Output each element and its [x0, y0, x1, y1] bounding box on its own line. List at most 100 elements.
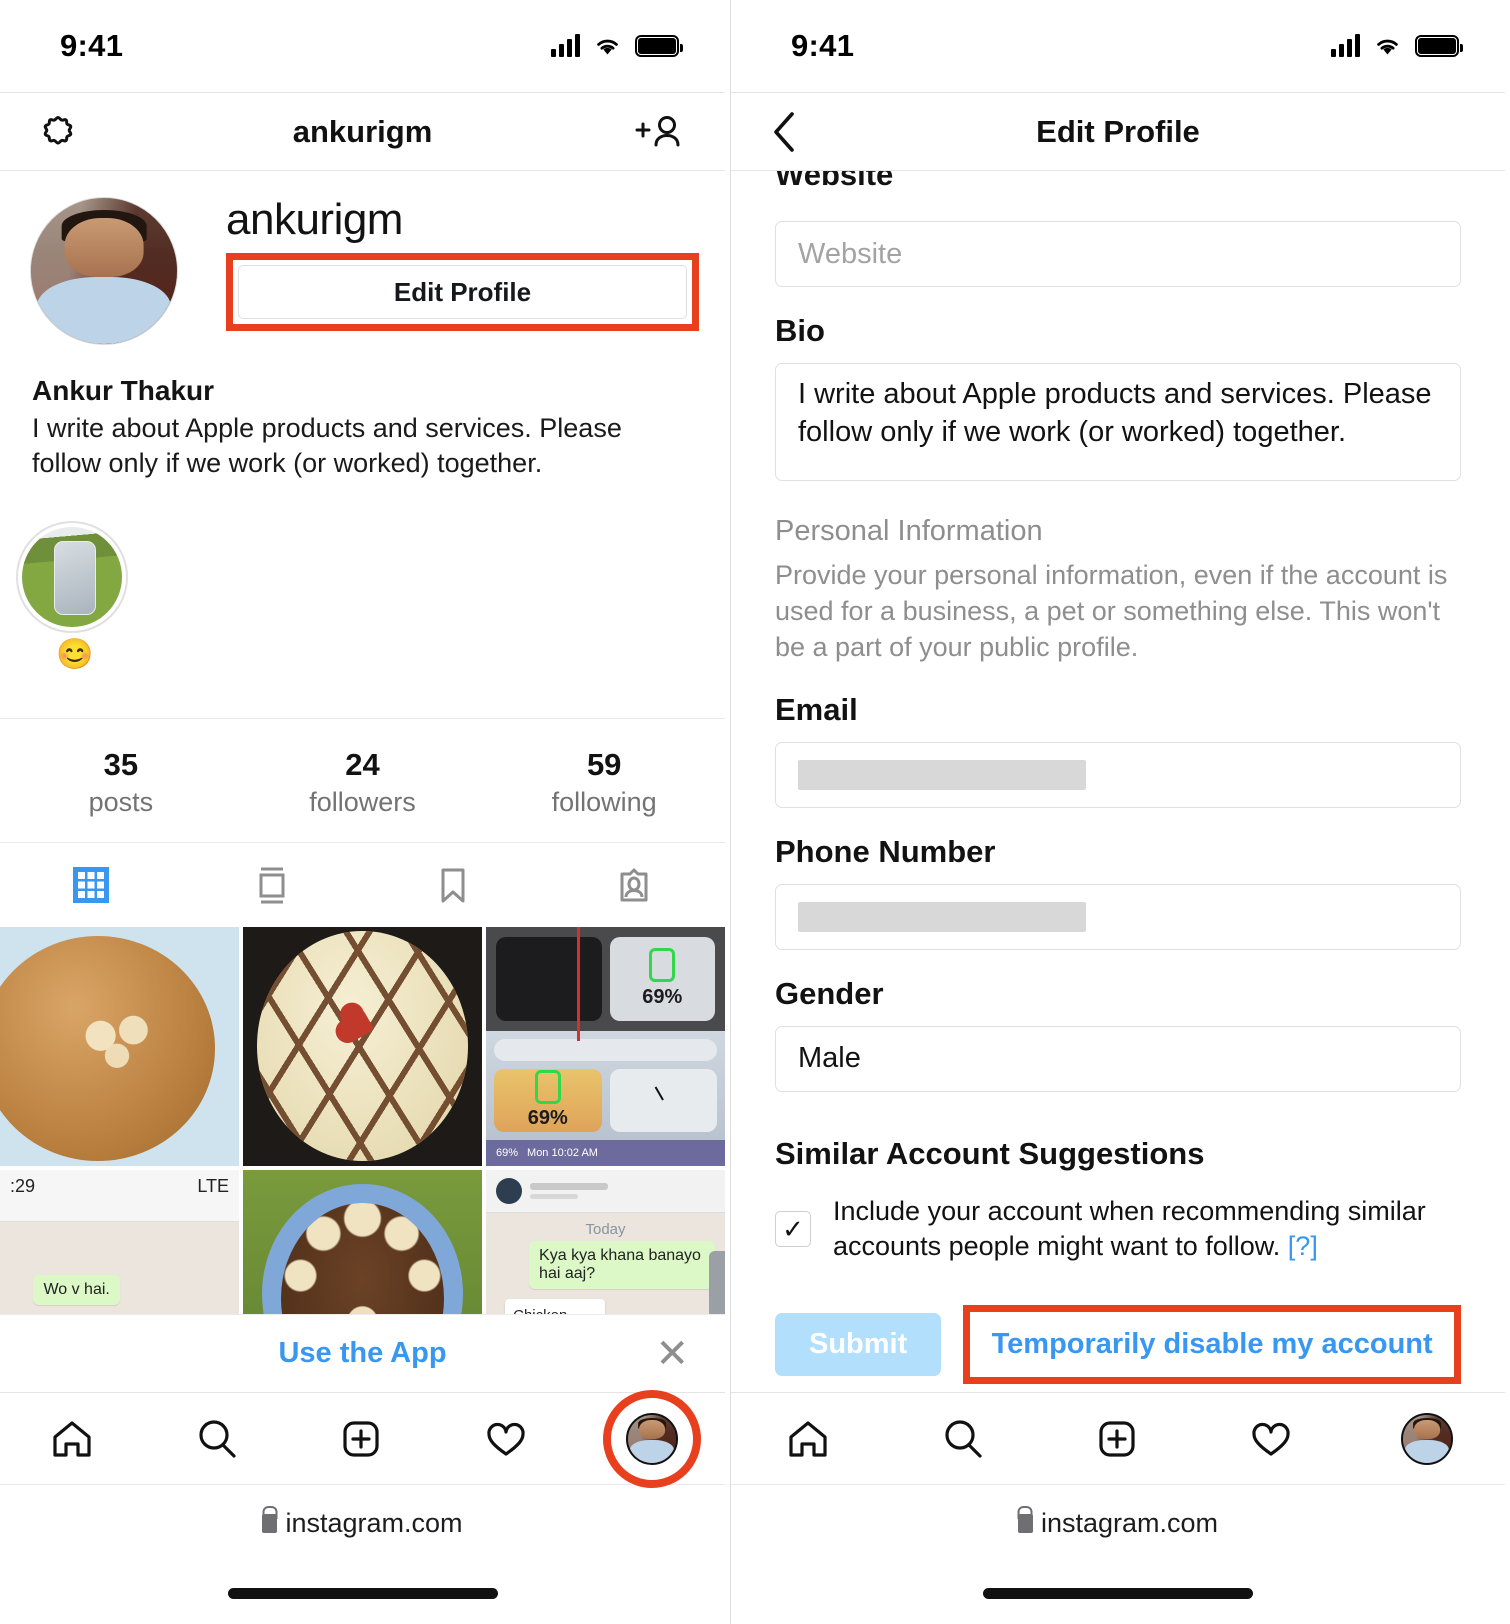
gear-icon: [43, 115, 73, 145]
dual-phone-screenshot: 9:41 ankurigm ankurigm Edit Profile Anku…: [0, 0, 1510, 1624]
grid-post[interactable]: Today Kya kya khana banayo hai aaj? Chic…: [486, 1169, 725, 1314]
saved-tab[interactable]: [363, 864, 544, 906]
status-time: 9:41: [791, 28, 855, 63]
status-bar-left: 9:41: [0, 0, 725, 92]
profile-tab[interactable]: [1400, 1412, 1453, 1465]
status-bar-right: 9:41: [731, 0, 1505, 92]
mac-menubar-battery: 69%: [496, 1146, 519, 1159]
gender-label: Gender: [775, 975, 884, 1011]
chat-bubble: Kya kya khana banayo hai aaj?: [529, 1241, 716, 1290]
website-input[interactable]: Website: [775, 221, 1461, 287]
search-tab[interactable]: [938, 1414, 988, 1464]
status-time: 9:41: [60, 28, 124, 63]
use-the-app-banner: Use the App ✕: [0, 1314, 725, 1392]
edit-profile-button[interactable]: Edit Profile: [238, 265, 687, 320]
profile-scroll-area[interactable]: ankurigm Edit Profile Ankur Thakur I wri…: [0, 171, 725, 1314]
activity-tab[interactable]: [481, 1414, 531, 1464]
profile-bio-block: Ankur Thakur I write about Apple product…: [0, 345, 725, 481]
create-tab[interactable]: [336, 1414, 386, 1464]
search-icon: [944, 1419, 982, 1458]
battery-full-icon: [635, 35, 683, 57]
browser-url-bar-right[interactable]: instagram.com: [731, 1484, 1505, 1562]
plus-square-icon: [343, 1420, 380, 1457]
wifi-icon: [1373, 35, 1402, 57]
grid-tab[interactable]: [0, 864, 181, 906]
redacted-value: [798, 759, 1086, 790]
profile-header-bar: ankurigm: [0, 92, 725, 171]
redacted-value: [798, 901, 1086, 932]
stat-followers[interactable]: 24 followers: [242, 747, 484, 818]
close-icon[interactable]: ✕: [655, 1334, 689, 1374]
disable-account-annotation: Temporarily disable my account: [963, 1304, 1461, 1384]
profile-stats: 35 posts 24 followers 59 following: [0, 717, 725, 843]
help-link[interactable]: [?]: [1288, 1231, 1318, 1261]
avatar: [496, 1177, 522, 1204]
grid-post[interactable]: :29 LTE Wo v hai. oday samosa: [0, 1169, 239, 1314]
search-tab[interactable]: [192, 1414, 242, 1464]
add-person-button[interactable]: [633, 110, 725, 154]
chat-day-label: Today: [585, 1220, 626, 1238]
bottom-tab-bar-right: [731, 1392, 1505, 1484]
stat-following[interactable]: 59 following: [483, 747, 725, 818]
right-phone-screen: 9:41 Edit Profile Website Website Bio I …: [730, 0, 1505, 1624]
profile-tab-strip: [0, 843, 725, 927]
bio-label: Bio: [775, 313, 825, 348]
phone-field[interactable]: [775, 883, 1461, 950]
back-button[interactable]: [731, 109, 801, 155]
disable-account-link[interactable]: Temporarily disable my account: [992, 1328, 1433, 1361]
home-indicator-wrap-right: [731, 1562, 1505, 1624]
story-highlight-item[interactable]: 😊: [16, 520, 134, 670]
home-indicator[interactable]: [227, 1587, 498, 1599]
email-field[interactable]: [775, 741, 1461, 808]
cellular-bars-icon: [551, 34, 580, 57]
edit-profile-scroll-area[interactable]: Website Website Bio I write about Apple …: [731, 171, 1505, 1392]
tagged-tab[interactable]: [544, 864, 725, 906]
use-the-app-link[interactable]: Use the App: [278, 1337, 446, 1370]
settings-button[interactable]: [0, 110, 80, 154]
stat-value: 35: [103, 746, 139, 782]
grid-post[interactable]: 69% 69% 69% Mon 10:02 AM: [486, 926, 725, 1166]
stat-value: 59: [586, 746, 622, 782]
grid-icon: [72, 866, 109, 903]
home-indicator[interactable]: [983, 1587, 1253, 1599]
create-tab[interactable]: [1092, 1414, 1142, 1464]
profile-full-name: Ankur Thakur: [32, 375, 215, 406]
add-person-icon: [635, 115, 680, 146]
similar-account-checkbox-row: ✓ Include your account when recommending…: [775, 1194, 1461, 1265]
home-tab[interactable]: [783, 1414, 833, 1464]
activity-tab[interactable]: [1246, 1414, 1296, 1464]
battery-full-icon: [1415, 35, 1463, 57]
profile-avatar[interactable]: [30, 197, 178, 345]
personal-information-title: Personal Information: [775, 515, 1043, 547]
widget-battery-bottom: 69%: [527, 1107, 568, 1130]
widget-battery-top: 69%: [642, 986, 683, 1009]
home-tab[interactable]: [47, 1414, 97, 1464]
chat-status-time: :29: [10, 1175, 36, 1196]
story-highlights: 😊: [0, 481, 725, 670]
reels-icon: [259, 867, 285, 904]
url-text: instagram.com: [1040, 1508, 1219, 1538]
chat-menu-list: Chicken Mutton Machli Puaa Kheer Pulao S…: [505, 1298, 606, 1314]
profile-tab[interactable]: [602, 1389, 701, 1488]
reels-tab[interactable]: [181, 864, 362, 906]
lock-icon: [1017, 1514, 1033, 1533]
home-indicator-wrap-left: [0, 1562, 725, 1624]
gender-field[interactable]: Male: [775, 1025, 1461, 1092]
similar-account-checkbox[interactable]: ✓: [775, 1211, 811, 1248]
stat-value: 24: [345, 746, 380, 782]
tagged-person-icon: [620, 868, 648, 902]
status-icons: [1331, 34, 1463, 57]
scroll-handle[interactable]: [709, 1250, 725, 1314]
chat-status-carrier: LTE: [197, 1175, 229, 1196]
browser-url-bar-left[interactable]: instagram.com: [0, 1484, 725, 1562]
cellular-bars-icon: [1331, 34, 1360, 57]
bio-textarea[interactable]: I write about Apple products and service…: [775, 363, 1461, 481]
website-label: Website: [775, 171, 894, 192]
submit-button[interactable]: Submit: [775, 1312, 942, 1376]
page-title: Edit Profile: [1036, 113, 1200, 149]
grid-post[interactable]: [243, 1169, 482, 1314]
grid-post[interactable]: [0, 926, 239, 1166]
grid-post[interactable]: [243, 926, 482, 1166]
left-phone-screen: 9:41 ankurigm ankurigm Edit Profile Anku…: [0, 0, 730, 1624]
stat-posts[interactable]: 35 posts: [0, 747, 242, 818]
